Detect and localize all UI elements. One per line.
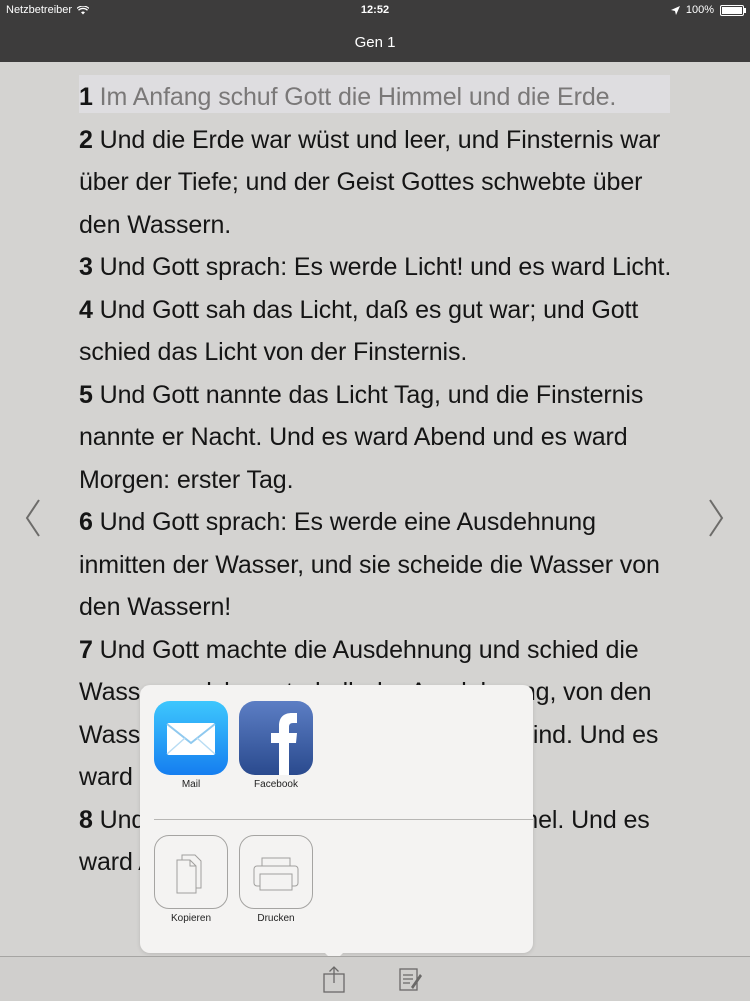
verse-number: 2 <box>79 125 93 154</box>
verse-text: Im Anfang schuf Gott die Himmel und die … <box>99 83 617 111</box>
action-print[interactable]: Drucken <box>231 835 321 924</box>
facebook-icon[interactable] <box>239 701 313 775</box>
status-right-group: 100% <box>670 4 746 16</box>
verse-number: 7 <box>79 635 93 664</box>
page-title: Gen 1 <box>354 33 396 51</box>
share-popover: Mail Facebook Kopieren Drucken <box>140 685 533 953</box>
verse-text: Und Gott sah das Licht, daß es gut war; … <box>79 295 639 367</box>
verse-text: Und die Erde war wüst und leer, und Fins… <box>79 125 661 239</box>
verse-1[interactable]: 1 Im Anfang schuf Gott die Himmel und di… <box>79 83 616 111</box>
verse-number: 8 <box>79 805 93 834</box>
action-label: Drucken <box>257 913 295 924</box>
chevron-left-icon[interactable] <box>23 498 43 538</box>
share-label: Mail <box>181 779 201 790</box>
status-bar: Netzbetreiber 12:52 100% <box>0 0 750 22</box>
bottom-toolbar <box>0 956 750 1001</box>
location-arrow-icon <box>670 5 680 15</box>
status-time: 12:52 <box>360 4 390 16</box>
verse-2[interactable]: 2 Und die Erde war wüst und leer, und Fi… <box>79 126 660 239</box>
verse-text: Und Gott sprach: Es werde eine Ausdehnun… <box>79 508 660 621</box>
verse-text: Und Gott nannte das Licht Tag, und die F… <box>79 380 644 494</box>
verse-number: 4 <box>79 295 93 324</box>
share-icon[interactable] <box>321 965 347 993</box>
mail-icon[interactable] <box>154 701 228 775</box>
chevron-right-icon[interactable] <box>706 498 726 538</box>
verse-number: 1 <box>79 83 93 111</box>
battery-icon <box>720 4 746 16</box>
action-label: Kopieren <box>170 913 212 924</box>
share-facebook[interactable]: Facebook <box>231 701 321 790</box>
verse-5[interactable]: 5 Und Gott nannte das Licht Tag, und die… <box>79 381 643 494</box>
print-icon[interactable] <box>239 835 313 909</box>
notes-icon[interactable] <box>397 965 423 993</box>
share-label: Facebook <box>254 779 298 790</box>
verse-number: 3 <box>79 253 93 281</box>
verse-3[interactable]: 3 Und Gott sprach: Es werde Licht! und e… <box>79 253 671 281</box>
verse-number: 6 <box>79 508 93 536</box>
verse-6[interactable]: 6 Und Gott sprach: Es werde eine Ausdehn… <box>79 508 660 621</box>
verse-number: 5 <box>79 380 93 409</box>
action-copy[interactable]: Kopieren <box>146 835 236 924</box>
copy-icon[interactable] <box>154 835 228 909</box>
share-mail[interactable]: Mail <box>146 701 236 790</box>
battery-label: 100% <box>685 4 714 16</box>
verse-text: Und Gott sprach: Es werde Licht! und es … <box>99 253 672 281</box>
navigation-bar: Gen 1 <box>0 22 750 62</box>
verse-4[interactable]: 4 Und Gott sah das Licht, daß es gut war… <box>79 296 638 367</box>
share-divider <box>154 819 533 820</box>
